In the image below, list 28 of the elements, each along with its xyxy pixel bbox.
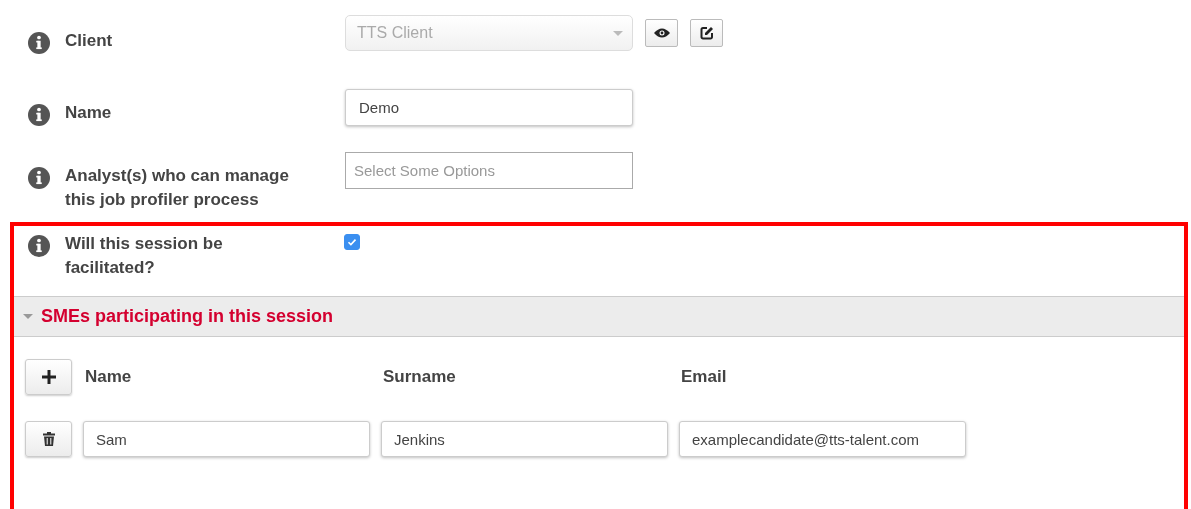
edit-icon: [699, 26, 714, 40]
section-header[interactable]: SMEs participating in this session: [14, 296, 1184, 337]
add-button[interactable]: [25, 359, 72, 395]
field-label: Analyst(s) who can manage this job profiler process: [65, 165, 290, 211]
field-label: Client: [65, 30, 114, 52]
plus-icon: [41, 370, 56, 384]
facilitated-checkbox[interactable]: [344, 234, 360, 250]
view-button[interactable]: [645, 19, 678, 47]
delete-button[interactable]: [25, 421, 72, 457]
name-field[interactable]: Demo: [345, 89, 633, 126]
edit-button[interactable]: [690, 19, 723, 47]
info-icon: [28, 235, 50, 257]
info-icon: [28, 32, 50, 54]
field-label: Name: [65, 102, 113, 124]
field-label: Will this session be facilitated?: [65, 233, 224, 279]
table-input-field[interactable]: Sam: [83, 421, 370, 457]
expand-triangle-icon: [23, 314, 33, 319]
column-header: Name: [84, 367, 133, 387]
table-input-field[interactable]: examplecandidate@tts-talent.com: [679, 421, 966, 457]
section-title: SMEs participating in this session: [41, 306, 334, 327]
trash-icon: [42, 432, 55, 446]
eye-icon: [653, 27, 670, 39]
info-icon: [28, 104, 50, 126]
analyst-select-field[interactable]: Select Some Options: [345, 152, 633, 189]
info-icon: [28, 167, 50, 189]
table-input-field[interactable]: Jenkins: [381, 421, 668, 457]
column-header: Surname: [382, 367, 457, 387]
column-header: Email: [680, 367, 728, 387]
